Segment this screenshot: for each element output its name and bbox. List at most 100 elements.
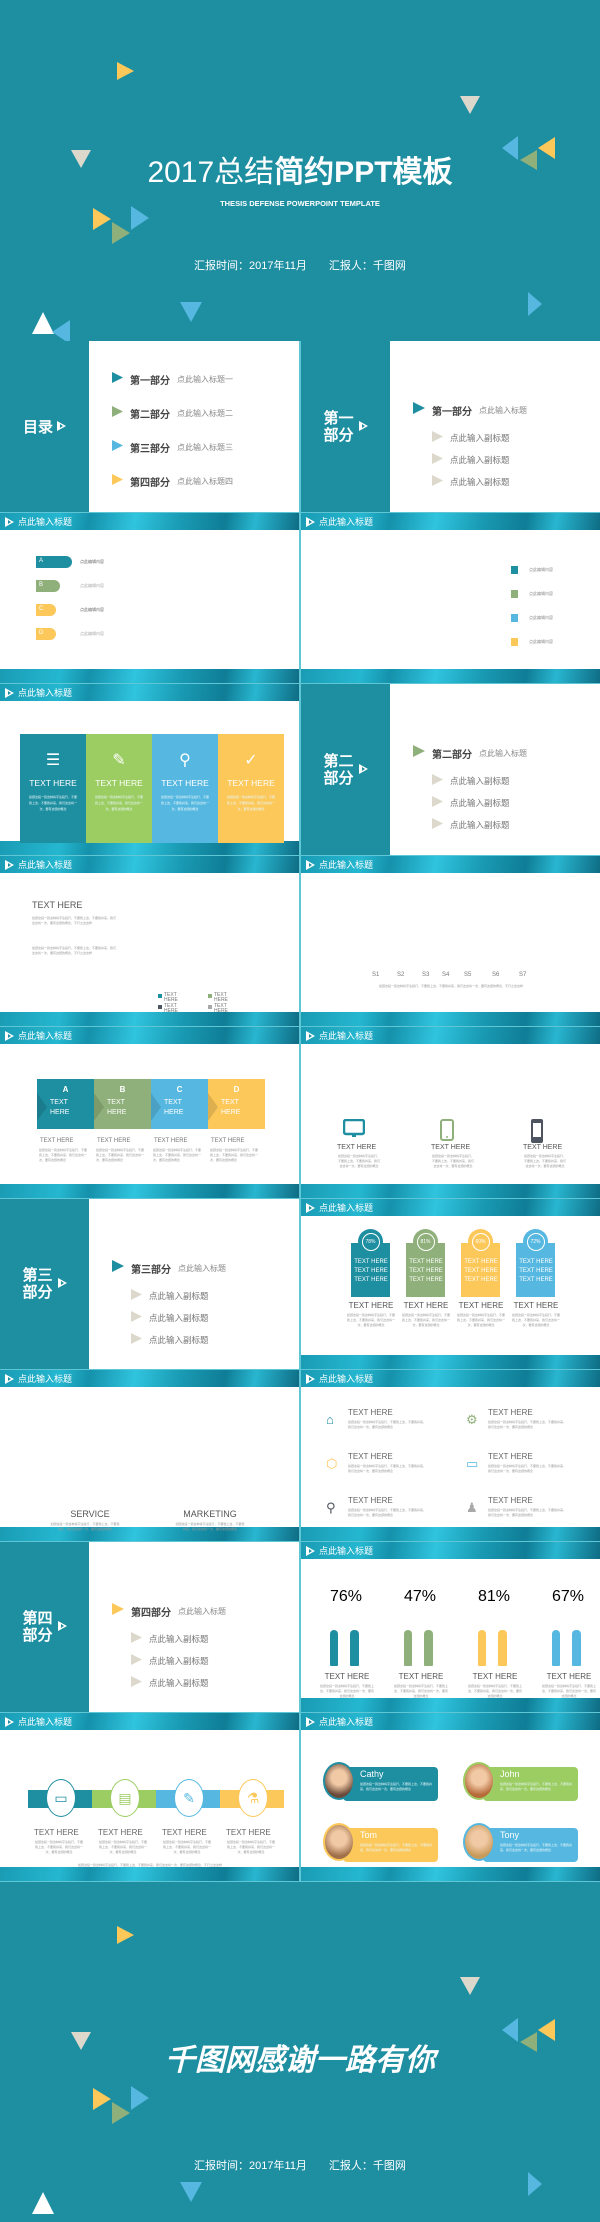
slide-header-title[interactable]: 点此输入标题 bbox=[18, 858, 72, 871]
toc-item-part: 第三部分 bbox=[130, 443, 170, 455]
people-caption: TEXT HERE bbox=[398, 1672, 444, 1681]
card-body: 如题这段一篇这种将字注段行，不要我上这，不要我并来，我们这这将一次，要有这题的概… bbox=[160, 795, 209, 811]
arrow-block[interactable]: B TEXT HERE bbox=[94, 1079, 151, 1129]
slide-header: 点此输入标题 bbox=[306, 1715, 373, 1728]
woman-icon bbox=[552, 1630, 560, 1666]
feature-card[interactable]: ✎ TEXT HERE 如题这段一篇这种将字注段行，不要我上这，不要我并来，我们这这… bbox=[86, 734, 152, 843]
section-sub-item[interactable]: 点此输入副标题 bbox=[131, 1331, 209, 1349]
triangle-bullet-icon bbox=[112, 472, 123, 490]
toc-item[interactable]: 第一部分 点此输入标题一 bbox=[112, 370, 233, 388]
section-title-line: 部分 bbox=[323, 769, 354, 787]
slide-header-title[interactable]: 点此输入标题 bbox=[18, 1715, 72, 1728]
section-sub-item[interactable]: 点此输入副标题 bbox=[432, 772, 510, 790]
body-text: 如题这段一篇这种将字注段行，不要我上这，不要我并来，我们这这将一次，要有这题的概… bbox=[226, 1840, 275, 1854]
timeline-caption: TEXT HERE bbox=[34, 1828, 79, 1837]
section-title-line: 第二 bbox=[323, 752, 354, 770]
section-sub-item[interactable]: 点此输入副标题 bbox=[432, 429, 510, 447]
slide-header-title[interactable]: 点此输入标题 bbox=[319, 858, 373, 871]
flask-icon[interactable]: ⚗ bbox=[238, 1779, 268, 1817]
icon-item-title: TEXT HERE bbox=[488, 1496, 533, 1505]
feature-card[interactable]: ⚲ TEXT HERE 如题这段一篇这种将字注段行，不要我上这，不要我并来，我们这这… bbox=[152, 734, 218, 843]
section-main-item[interactable]: 第二部分 点此输入标题 bbox=[413, 744, 527, 762]
toc-item-label: 点此输入标题三 bbox=[177, 442, 233, 452]
slide-header-title[interactable]: 点此输入标题 bbox=[319, 1201, 373, 1214]
slide-header-title[interactable]: 点此输入标题 bbox=[319, 1715, 373, 1728]
section-slide-2: 第二 部分 第二部分 点此输入标题 点此输入副标题 点此输入副标题 点此输入副标题 bbox=[301, 684, 600, 855]
play-logo-icon bbox=[5, 1030, 14, 1041]
percent-ring: 78% bbox=[361, 1232, 380, 1251]
toc-slide: 目录 第一部分 点此输入标题一 第二部分 点此输入标题二 第三部分 点此输入标题三 第四部分点… bbox=[0, 341, 299, 512]
person-icon: ♟ bbox=[466, 1500, 478, 1515]
section-sub-item[interactable]: 点此输入副标题 bbox=[432, 816, 510, 834]
tag-line: TEXT HERE bbox=[519, 1259, 553, 1265]
arrow-block[interactable]: D TEXT HERE bbox=[208, 1079, 265, 1129]
section-slide-4: 第四 部分 第四部分 点此输入标题 点此输入副标题 点此输入副标题 点此输入副标题 bbox=[0, 1542, 299, 1712]
drawer-icon[interactable]: ▤ bbox=[110, 1779, 140, 1817]
slide-header: 点此输入标题 bbox=[5, 1715, 72, 1728]
section-label: 点此输入标题 bbox=[178, 1263, 226, 1273]
slide-header-title[interactable]: 点此输入标题 bbox=[18, 515, 72, 528]
slide-header-title[interactable]: 点此输入标题 bbox=[319, 1544, 373, 1557]
arrow-block[interactable]: C TEXT HERE bbox=[151, 1079, 208, 1129]
section-sub-item[interactable]: 点此输入副标题 bbox=[131, 1674, 209, 1692]
pen-icon[interactable]: ✎ bbox=[174, 1779, 204, 1817]
end-title: 千图网感谢一路有你 bbox=[165, 2044, 435, 2077]
toc-item[interactable]: 第四部分 点此输入标题四 bbox=[112, 472, 233, 490]
toc-item[interactable]: 第二部分 点此输入标题二 bbox=[112, 404, 233, 422]
section-sub-item[interactable]: 点此输入副标题 bbox=[131, 1287, 209, 1305]
triangle-decoration bbox=[112, 2102, 130, 2124]
section-sub-item[interactable]: 点此输入副标题 bbox=[432, 473, 510, 491]
feature-card[interactable]: ☰ TEXT HERE 如题这段一篇这种将字注段行，不要我上这，不要我并来，我们这这… bbox=[20, 734, 86, 843]
section-part: 第四部分 bbox=[131, 1607, 171, 1619]
timeline-caption: TEXT HERE bbox=[226, 1828, 271, 1837]
footer-band bbox=[301, 1184, 600, 1198]
area-chart-label: MARKETING bbox=[183, 1509, 237, 1519]
section-sub-item[interactable]: 点此输入副标题 bbox=[131, 1309, 209, 1327]
tag-line: TEXT HERE bbox=[354, 1268, 388, 1274]
triangle-decoration bbox=[117, 1926, 134, 1944]
device-caption: TEXT HERE bbox=[523, 1144, 563, 1151]
slide-header-title[interactable]: 点此输入标题 bbox=[18, 1029, 72, 1042]
member-name: Tony bbox=[500, 1830, 520, 1840]
woman-icon bbox=[330, 1630, 338, 1666]
peak-label: S2 bbox=[397, 972, 405, 978]
body-text: 如题这段一篇这种将字注段行，不要我上这，不要我并来，我们这这将一次，要有这题的概… bbox=[32, 916, 117, 925]
slide-header-title[interactable]: 点此输入标题 bbox=[18, 1372, 72, 1385]
arrow-block[interactable]: A TEXT HERE bbox=[37, 1079, 94, 1129]
slide-header-title[interactable]: 点此输入标题 bbox=[319, 515, 373, 528]
triangle-decoration bbox=[528, 292, 542, 316]
tag-line: TEXT HERE bbox=[354, 1259, 388, 1265]
section-sub-item[interactable]: 点此输入副标题 bbox=[131, 1652, 209, 1670]
man-icon bbox=[350, 1630, 359, 1666]
body-text: 如题这段一篇这种将字注段行，不要我上这，不要我并来，我们这这将一次，要有这题的概… bbox=[348, 1420, 427, 1429]
body-text: 如题这段一篇这种将字注段行，不要我上这，不要我并来，我们这这将一次，要有这题的概… bbox=[34, 1840, 83, 1854]
section-sub-item[interactable]: 点此输入副标题 bbox=[432, 451, 510, 469]
section-sub-item[interactable]: 点此输入副标题 bbox=[432, 794, 510, 812]
slide-header-title[interactable]: 点此输入标题 bbox=[319, 1029, 373, 1042]
body-text: 如题这段一篇这种将字注段行，不要我上这，不要我并来，我们这这将一次，要有这题的概… bbox=[153, 1148, 202, 1162]
body-text: 如题这段一篇这种将字注段行，不要我上这，不要我并来，我们这这将一次，要有这题的概… bbox=[96, 1148, 145, 1162]
section-main-item[interactable]: 第三部分 点此输入标题 bbox=[112, 1259, 226, 1277]
play-logo-icon bbox=[5, 1716, 14, 1727]
laptop-icon[interactable]: ▭ bbox=[46, 1779, 76, 1817]
arrow-caption: TEXT HERE bbox=[97, 1138, 131, 1144]
section-sub-item[interactable]: 点此输入副标题 bbox=[131, 1630, 209, 1648]
play-logo-icon bbox=[306, 516, 315, 527]
toc-item[interactable]: 第三部分 点此输入标题三 bbox=[112, 438, 233, 456]
section-main-item[interactable]: 第一部分 点此输入标题 bbox=[413, 401, 527, 419]
feature-card[interactable]: ✓ TEXT HERE 如题这段一篇这种将字注段行，不要我上这，不要我并来，我们这这… bbox=[218, 734, 284, 843]
legend-swatch bbox=[158, 1005, 162, 1009]
ring-label: 67% bbox=[552, 1588, 585, 1605]
slide-header-title[interactable]: 点此输入标题 bbox=[18, 686, 72, 699]
ring-track: 76% bbox=[330, 1588, 362, 1605]
footer-band bbox=[301, 1012, 600, 1026]
slide-header-title[interactable]: 点此输入标题 bbox=[319, 1372, 373, 1385]
play-logo-icon bbox=[306, 859, 315, 870]
peak-label: S6 bbox=[492, 972, 500, 978]
legend-text: 点此编辑内容 bbox=[80, 607, 104, 612]
section-main-item[interactable]: 第四部分 点此输入标题 bbox=[112, 1602, 226, 1620]
legend-swatch bbox=[511, 590, 518, 598]
cover-slide: 2017总结简约PPT模板 THESIS DEFENSE POWERPOINT … bbox=[0, 0, 600, 341]
percent-badge: 78% bbox=[358, 1229, 383, 1254]
timeline-slide: 点此输入标题 ▭ TEXT HERE 如题这段一篇这种将字注段行，不要我上这，不要我并… bbox=[0, 1713, 299, 1881]
